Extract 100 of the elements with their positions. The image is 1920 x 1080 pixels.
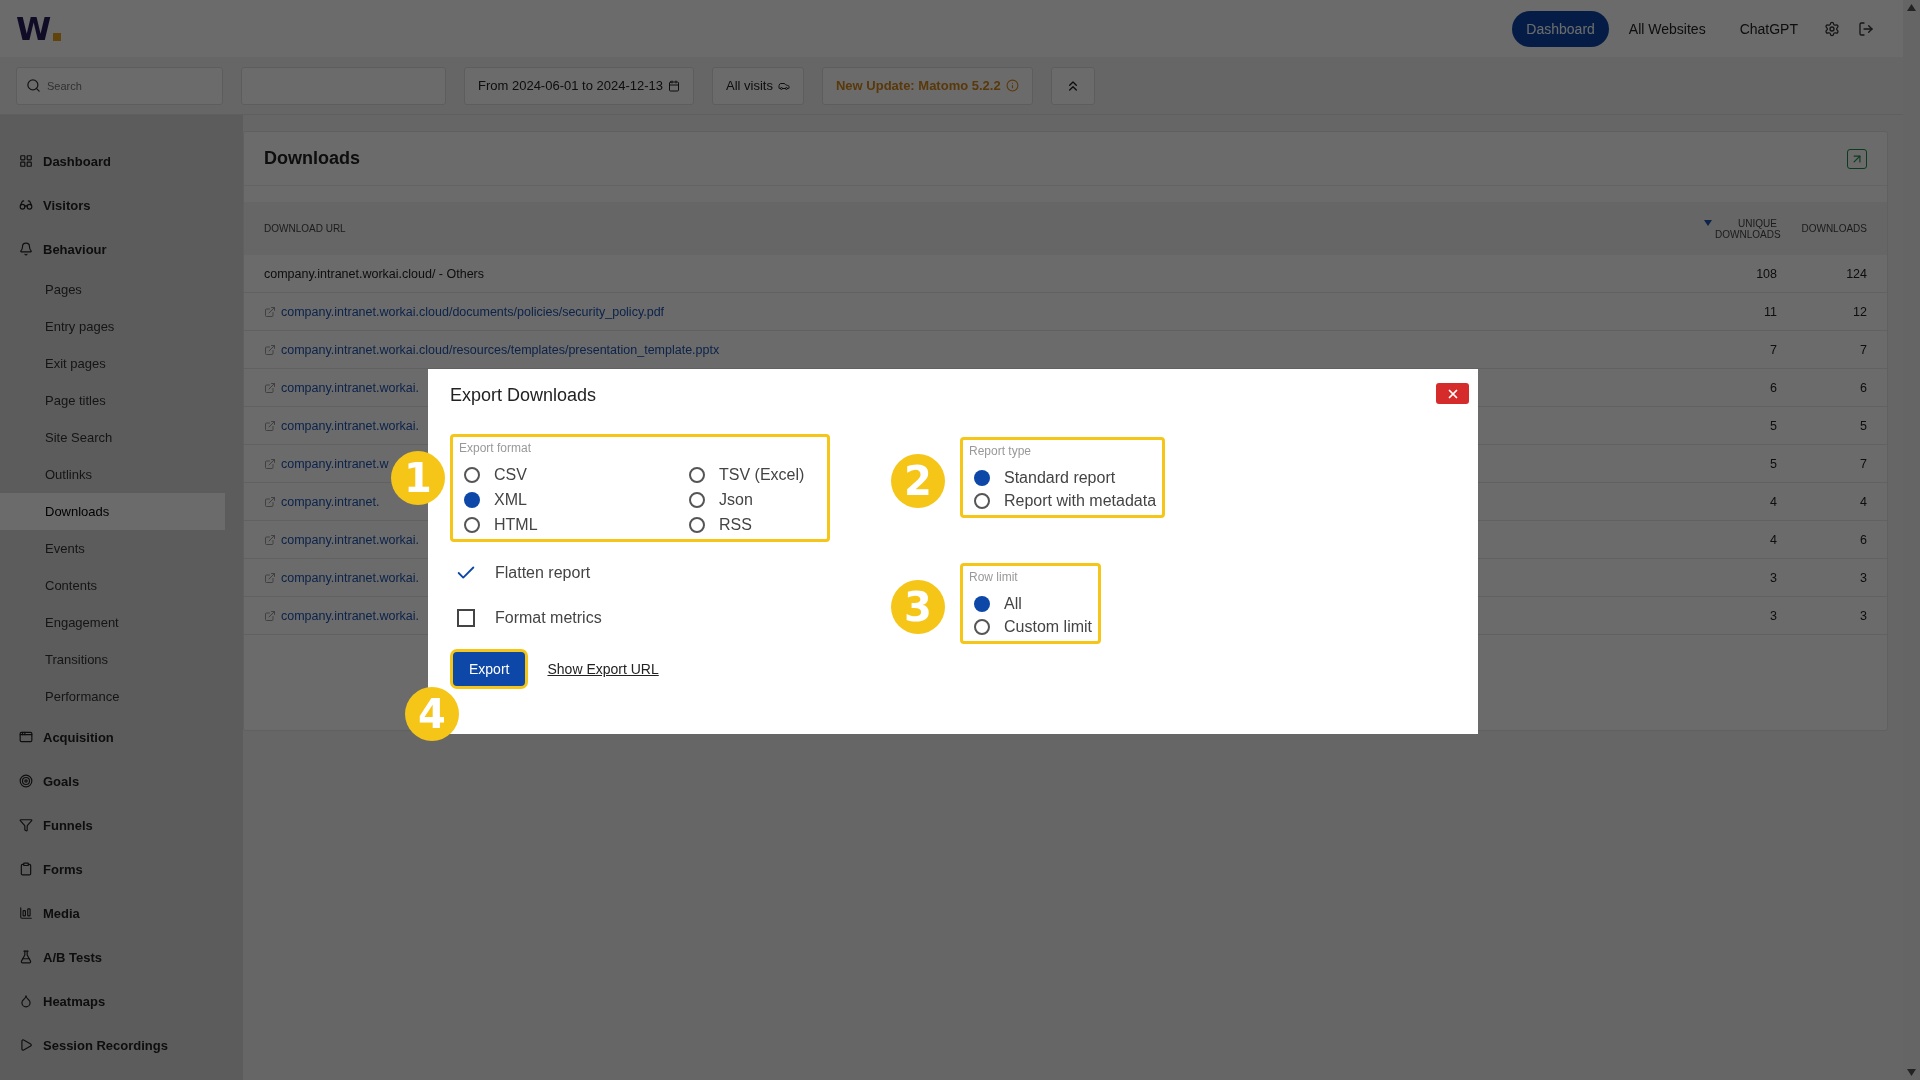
radio-button[interactable] [974, 492, 990, 509]
nav-link[interactable]: Dashboard [1512, 10, 1609, 47]
bell-icon [19, 242, 33, 256]
download-link[interactable]: company.intranet.workai. [281, 532, 420, 547]
radio-button[interactable] [974, 595, 990, 612]
download-link[interactable]: company.intranet.workai. [281, 570, 420, 585]
search-icon [26, 78, 41, 93]
dialog-title: Export Downloads [450, 385, 597, 406]
external-link-icon [264, 343, 276, 356]
group-legend: Report type [969, 444, 1157, 458]
table-cell-text: 3 [1859, 608, 1867, 623]
radio-button[interactable] [689, 516, 705, 533]
table-cell-text: 4 [1769, 494, 1777, 509]
download-link[interactable]: company.intranet.w [281, 456, 389, 471]
download-link[interactable]: company.intranet.workai. [281, 608, 420, 623]
search-field[interactable]: Search [16, 66, 223, 105]
table-cell-text: 108 [1755, 266, 1777, 281]
table-cell-text: 7 [1769, 342, 1777, 357]
radio-option[interactable]: HTML [459, 513, 684, 536]
radio-option[interactable]: Json [684, 488, 821, 511]
table-cell-text: 7 [1859, 342, 1867, 357]
glasses-icon [19, 198, 33, 212]
radio-button[interactable] [464, 516, 480, 533]
step-badge: 4 [405, 687, 459, 741]
radio-option[interactable]: All [969, 592, 1092, 615]
calendar-icon [668, 79, 680, 92]
table-cell-text: 6 [1859, 532, 1867, 547]
radio-option[interactable]: XML [459, 488, 684, 511]
external-link-icon [264, 609, 276, 622]
flask-icon [19, 950, 33, 964]
funnel-icon [19, 818, 33, 832]
group-legend: Export format [459, 441, 821, 455]
checkbox[interactable] [457, 608, 475, 627]
table-cell-text: 3 [1859, 570, 1867, 585]
clipboard-icon [19, 862, 33, 876]
radio-button[interactable] [689, 466, 705, 483]
target-icon [19, 774, 33, 788]
radio-button[interactable] [974, 469, 990, 486]
radio-button[interactable] [464, 491, 480, 508]
logo[interactable]: W [16, 9, 62, 48]
radio-button[interactable] [464, 466, 480, 483]
column-header[interactable]: DOWNLOAD URL [264, 223, 346, 234]
close-button[interactable] [1436, 383, 1469, 404]
table-cell-text: 3 [1769, 570, 1777, 585]
download-link[interactable]: company.intranet.workai. [281, 418, 420, 433]
external-link-icon [264, 495, 276, 508]
export-url-link[interactable]: Show Export URL [547, 661, 659, 677]
table-cell-text: 12 [1852, 304, 1867, 319]
external-link-icon [264, 533, 276, 546]
chart-icon [19, 906, 33, 920]
radio-button[interactable] [689, 491, 705, 508]
step-badge: 2 [891, 454, 945, 508]
table-cell-text: 5 [1769, 418, 1777, 433]
download-link[interactable]: company.intranet.workai.cloud/resources/templates/presentation_template.pptx [281, 342, 720, 357]
group-legend: Row limit [969, 570, 1092, 584]
radio-option[interactable]: Report with metadata [969, 489, 1157, 512]
download-link[interactable]: company.intranet. [281, 494, 380, 509]
external-link-icon [264, 457, 276, 470]
external-link-icon [264, 305, 276, 318]
radio-option[interactable]: Standard report [969, 466, 1157, 489]
checkbox-option[interactable]: Flatten report [455, 550, 830, 595]
external-link-icon [264, 381, 276, 394]
table-cell-text: 7 [1859, 456, 1867, 471]
play-icon [19, 1038, 33, 1052]
table-cell-text: 11 [1763, 304, 1777, 319]
table-cell-text: 5 [1859, 418, 1867, 433]
grid-icon [19, 154, 33, 168]
date-range-button[interactable]: From 2024-06-01 to 2024-12-13 [464, 66, 694, 105]
download-link[interactable]: company.intranet.workai. [281, 380, 420, 395]
radio-option[interactable]: Custom limit [969, 615, 1092, 638]
table-cell-text: 6 [1859, 380, 1867, 395]
table-cell-text: 4 [1769, 532, 1777, 547]
checkbox-option[interactable]: Format metrics [455, 595, 830, 640]
external-link-icon [264, 571, 276, 584]
radio-option[interactable]: RSS [684, 513, 821, 536]
window-icon [19, 730, 33, 744]
export-button[interactable]: Export [453, 652, 526, 686]
scroll-up-icon[interactable] [1907, 4, 1916, 11]
scroll-down-icon[interactable] [1907, 1069, 1916, 1076]
radio-button[interactable] [974, 618, 990, 635]
column-header[interactable]: DOWNLOADS [1787, 223, 1867, 234]
step-badge: 3 [891, 580, 945, 634]
table-cell-text: 5 [1769, 456, 1777, 471]
nav-link[interactable]: All Websites [1614, 10, 1720, 47]
table-cell-text: 3 [1769, 608, 1777, 623]
sidebar-subitem[interactable]: Downloads [0, 493, 225, 530]
table-cell-text: 4 [1859, 494, 1867, 509]
update-button[interactable]: New Update: Matomo 5.2.2 [821, 66, 1033, 105]
export-icon[interactable] [1847, 148, 1867, 169]
table-cell: company.intranet.workai.cloud/ - Others [264, 266, 484, 281]
report-title: Downloads [264, 148, 360, 169]
radio-option[interactable]: CSV [459, 463, 684, 486]
nav-link[interactable]: ChatGPT [1725, 10, 1812, 47]
download-link[interactable]: company.intranet.workai.cloud/documents/policies/security_policy.pdf [281, 304, 665, 319]
table-cell-text: 124 [1845, 266, 1867, 281]
radio-option[interactable]: TSV (Excel) [684, 463, 821, 486]
info-icon [1005, 79, 1019, 92]
drop-icon [19, 994, 33, 1008]
segment-button[interactable]: All visits [712, 66, 804, 105]
table-cell-text: 6 [1769, 380, 1777, 395]
